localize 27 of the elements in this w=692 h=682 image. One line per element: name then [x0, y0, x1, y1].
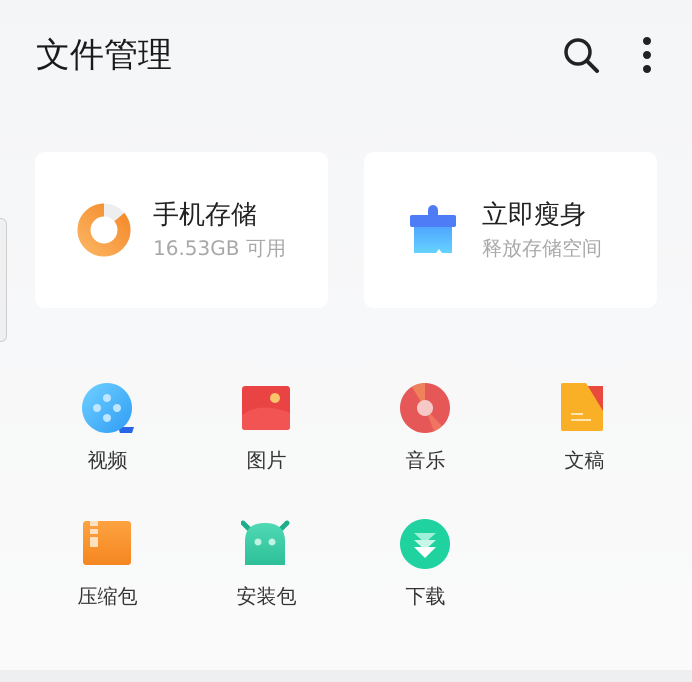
- card-title: 手机存储: [153, 199, 258, 231]
- category-item[interactable]: 下载: [346, 519, 505, 609]
- category-label: 文稿: [564, 447, 604, 473]
- card-subtitle: 释放存储空间: [482, 235, 602, 261]
- category-item[interactable]: 视频: [28, 383, 187, 473]
- category-item[interactable]: 安装包: [187, 519, 346, 609]
- category-label: 视频: [88, 447, 128, 473]
- storage-card[interactable]: 手机存储 16.53GB 可用: [35, 152, 328, 308]
- category-item[interactable]: 文稿: [505, 383, 664, 473]
- category-item[interactable]: 压缩包: [28, 519, 187, 609]
- category-label: 压缩包: [78, 583, 138, 609]
- category-label: 图片: [246, 447, 286, 473]
- film-reel-icon: [82, 383, 134, 433]
- category-label: 音乐: [406, 447, 446, 473]
- card-subtitle: 16.53GB 可用: [153, 235, 286, 261]
- page-title: 文件管理: [36, 34, 172, 76]
- card-title: 立即瘦身: [482, 199, 587, 231]
- category-item[interactable]: 音乐: [346, 383, 505, 473]
- storage-donut-icon: [77, 203, 131, 257]
- music-disc-icon: [400, 383, 452, 433]
- search-icon[interactable]: [562, 36, 600, 74]
- category-label: 下载: [406, 583, 446, 609]
- more-icon[interactable]: [642, 36, 652, 74]
- category-item[interactable]: 图片: [187, 383, 346, 473]
- category-label: 安装包: [236, 583, 296, 609]
- cleanup-card[interactable]: 立即瘦身 释放存储空间: [364, 152, 657, 308]
- photo-icon: [240, 383, 292, 433]
